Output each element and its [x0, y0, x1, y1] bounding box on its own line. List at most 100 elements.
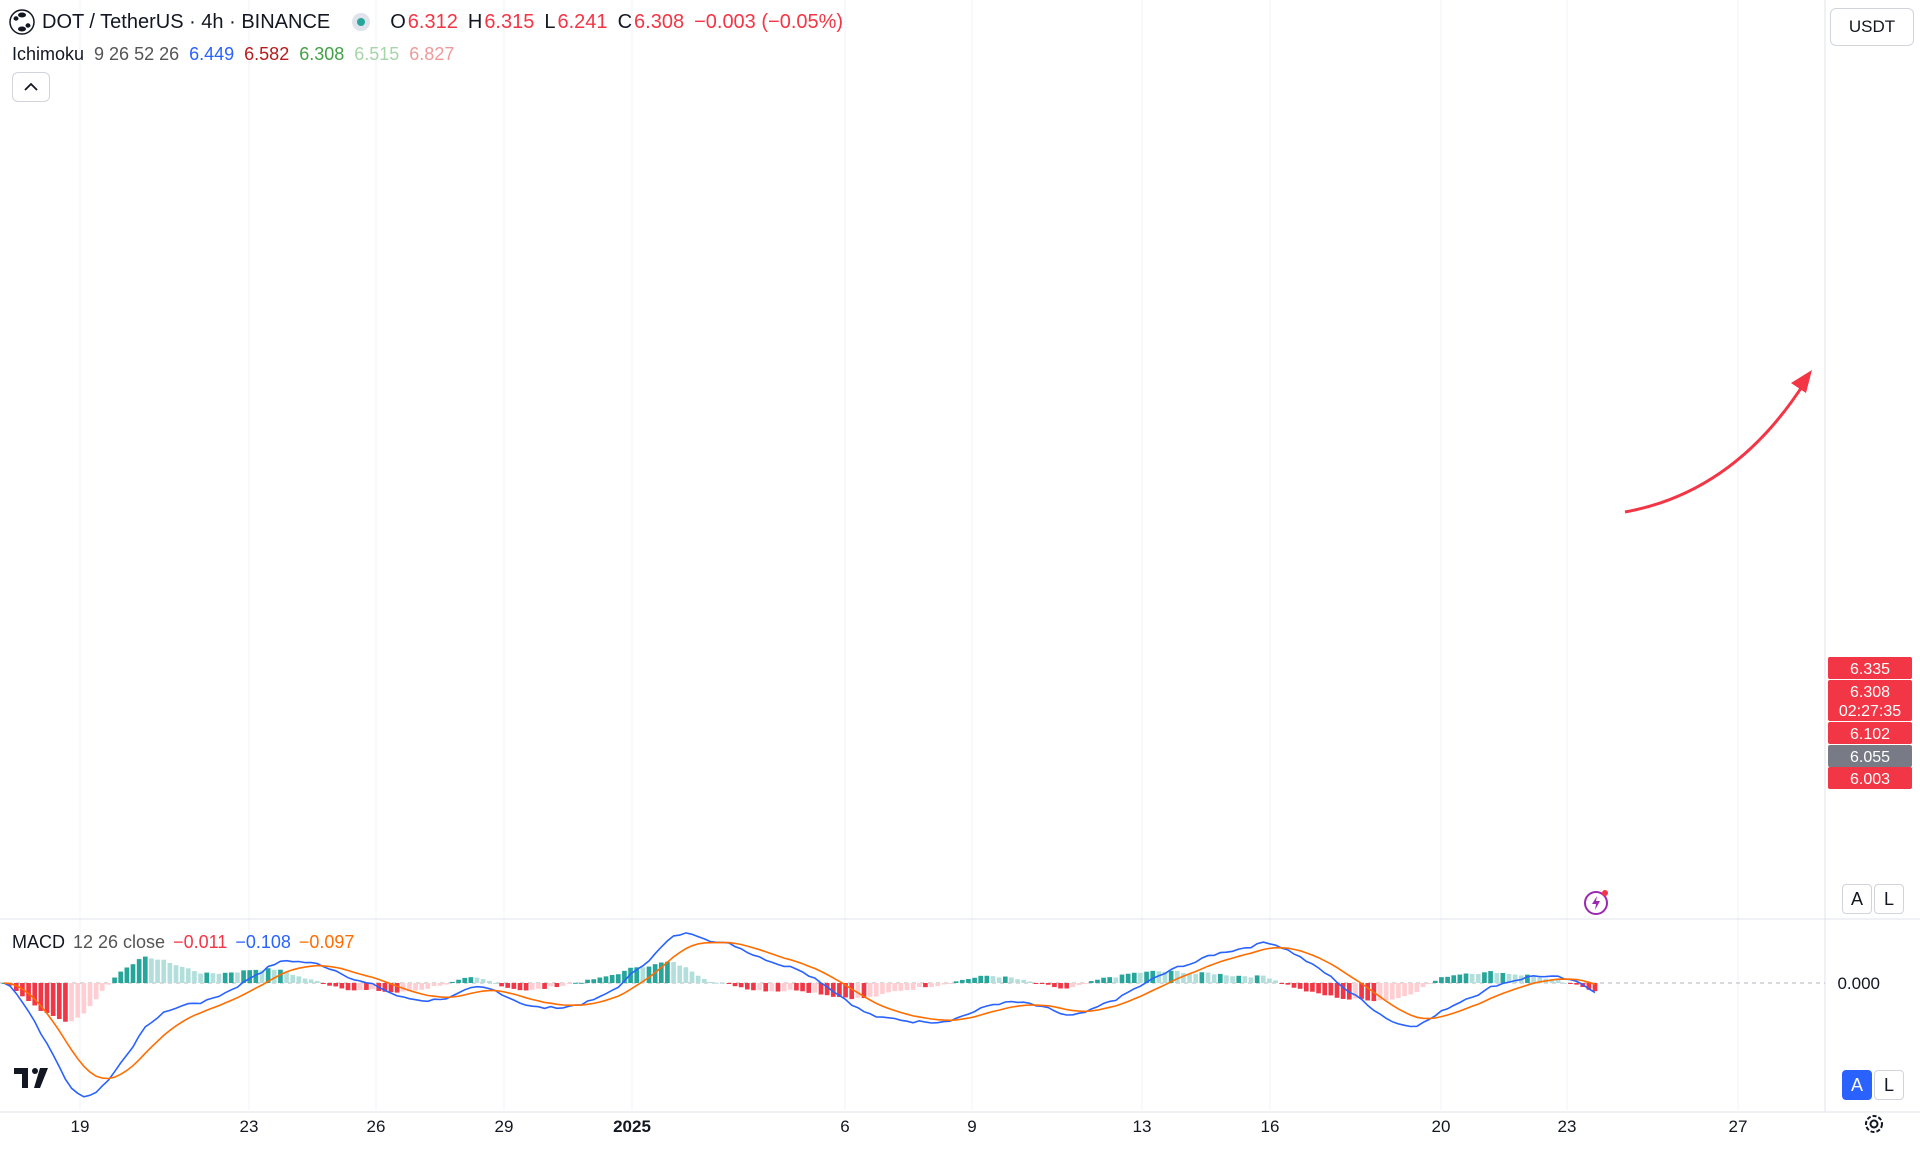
macd-histogram-bar [959, 979, 965, 983]
macd-histogram-bar [333, 983, 339, 987]
macd-histogram-bar [1064, 983, 1070, 989]
macd-histogram-bar [247, 970, 253, 983]
log-scale-button[interactable]: L [1874, 884, 1904, 914]
macd-histogram-bar [302, 978, 308, 983]
macd-histogram-bar [167, 963, 173, 983]
macd-histogram-bar [1211, 974, 1217, 983]
macd-tick-label: 0.000 [1837, 974, 1880, 993]
macd-histogram-bar [290, 974, 296, 983]
symbol-title[interactable]: DOT / TetherUS · 4h · BINANCE [42, 11, 330, 34]
macd-auto-scale-button[interactable]: A [1842, 1070, 1872, 1100]
macd-histogram-bar [1027, 981, 1033, 983]
ichimoku-lead1-value: 6.515 [354, 44, 400, 64]
macd-log-scale-button[interactable]: L [1874, 1070, 1904, 1100]
macd-histogram-bar [738, 983, 744, 988]
macd-histogram-bar [695, 975, 701, 983]
macd-histogram-bar [198, 973, 203, 983]
change-value: −0.003 (−0.05%) [694, 10, 844, 33]
tradingview-logo-icon[interactable] [14, 1066, 58, 1090]
macd-legend[interactable]: MACD 12 26 close −0.011 −0.108 −0.097 [12, 932, 354, 953]
macd-histogram-bar [296, 976, 302, 983]
flash-alert-icon[interactable] [1582, 888, 1610, 916]
macd-histogram-bar [1217, 973, 1223, 983]
macd-histogram-bar [149, 958, 154, 983]
macd-histogram-bar [1291, 983, 1297, 988]
macd-histogram-bar [1009, 977, 1014, 983]
time-tick-label: 27 [1729, 1117, 1748, 1136]
macd-histogram-bar [763, 983, 769, 992]
macd-histogram-bar [1205, 972, 1211, 983]
macd-histogram-bar [591, 979, 597, 983]
macd-histogram-bar [1426, 983, 1432, 984]
macd-histogram-bar [1408, 983, 1414, 995]
macd-histogram-bar [93, 983, 99, 1000]
macd-histogram-bar [1475, 974, 1481, 983]
macd-histogram-bar [179, 966, 185, 983]
time-tick-label: 19 [71, 1117, 90, 1136]
time-tick-label: 13 [1133, 1117, 1152, 1136]
high-label: H [467, 10, 483, 33]
macd-histogram-bar [1119, 974, 1125, 983]
macd-histogram-bar [1316, 983, 1321, 994]
macd-histogram-bar [886, 983, 891, 993]
settings-gear-icon[interactable] [1862, 1112, 1886, 1136]
macd-histogram-bar [394, 983, 400, 993]
macd-histogram-bar [1224, 975, 1229, 983]
macd-histogram-bar [536, 983, 541, 989]
macd-histogram-bar [609, 974, 615, 983]
macd-histogram-bar [1488, 971, 1493, 983]
close-label: C [617, 10, 633, 33]
macd-histogram-bar [1088, 981, 1094, 983]
ichimoku-params: 9 26 52 26 [94, 44, 180, 64]
macd-histogram-bar [579, 982, 584, 984]
macd-histogram-bar [1248, 977, 1254, 983]
macd-histogram-bar [425, 983, 431, 989]
macd-histogram-bar [744, 983, 750, 990]
macd-histogram-bar [794, 983, 799, 991]
macd-histogram-bar [708, 981, 713, 983]
price-label-text: 02:27:35 [1839, 703, 1901, 720]
macd-histogram-bar [892, 983, 898, 992]
close-value: 6.308 [634, 10, 685, 33]
macd-histogram-bar [1131, 972, 1137, 983]
macd-histogram-bar [1039, 983, 1045, 984]
auto-scale-button[interactable]: A [1842, 884, 1872, 914]
macd-histogram-bar [1199, 972, 1205, 983]
macd-histogram-bar [192, 971, 197, 983]
macd-histogram-bar [118, 971, 124, 983]
currency-selector[interactable]: USDT [1830, 8, 1914, 46]
macd-histogram-bar [1230, 976, 1235, 983]
collapse-legend-button[interactable] [12, 72, 50, 102]
ichimoku-legend[interactable]: Ichimoku 9 26 52 26 6.449 6.582 6.308 6.… [12, 44, 454, 65]
time-tick-label: 20 [1432, 1117, 1451, 1136]
macd-histogram-bar [1383, 983, 1389, 1001]
macd-histogram-bar [99, 983, 105, 991]
macd-histogram-bar [1310, 983, 1315, 992]
macd-histogram-bar [431, 983, 437, 987]
macd-histogram-bar [1463, 973, 1469, 983]
macd-histogram-bar [972, 977, 977, 983]
macd-histogram-bar [364, 983, 369, 990]
macd-histogram-bar [1236, 975, 1242, 983]
macd-histogram-bar [345, 983, 351, 991]
macd-histogram-bar [1285, 983, 1291, 985]
macd-histogram-bar [1058, 983, 1063, 989]
macd-histogram-bar [474, 977, 480, 983]
macd-histogram-bar [462, 977, 468, 983]
macd-histogram-bar [222, 972, 228, 983]
macd-histogram-bar [990, 976, 996, 983]
macd-histogram-bar [916, 983, 922, 987]
ichimoku-base-value: 6.582 [244, 44, 290, 64]
macd-histogram-bar [339, 983, 345, 989]
macd-histogram-bar [1181, 973, 1186, 983]
price-label-text: 6.102 [1850, 726, 1890, 743]
macd-histogram-bar [357, 983, 363, 990]
market-status-icon[interactable] [352, 13, 371, 31]
macd-histogram-bar [1095, 979, 1100, 983]
price-chart[interactable]: 9.5009.0008.5008.0007.5007.0006.5005.500… [0, 0, 1920, 1149]
macd-histogram-bar [1033, 983, 1039, 984]
ichimoku-lagging-value: 6.308 [299, 44, 345, 64]
macd-histogram-bar [953, 981, 959, 983]
macd-histogram-bar [69, 983, 74, 1022]
macd-histogram-bar [529, 983, 535, 990]
